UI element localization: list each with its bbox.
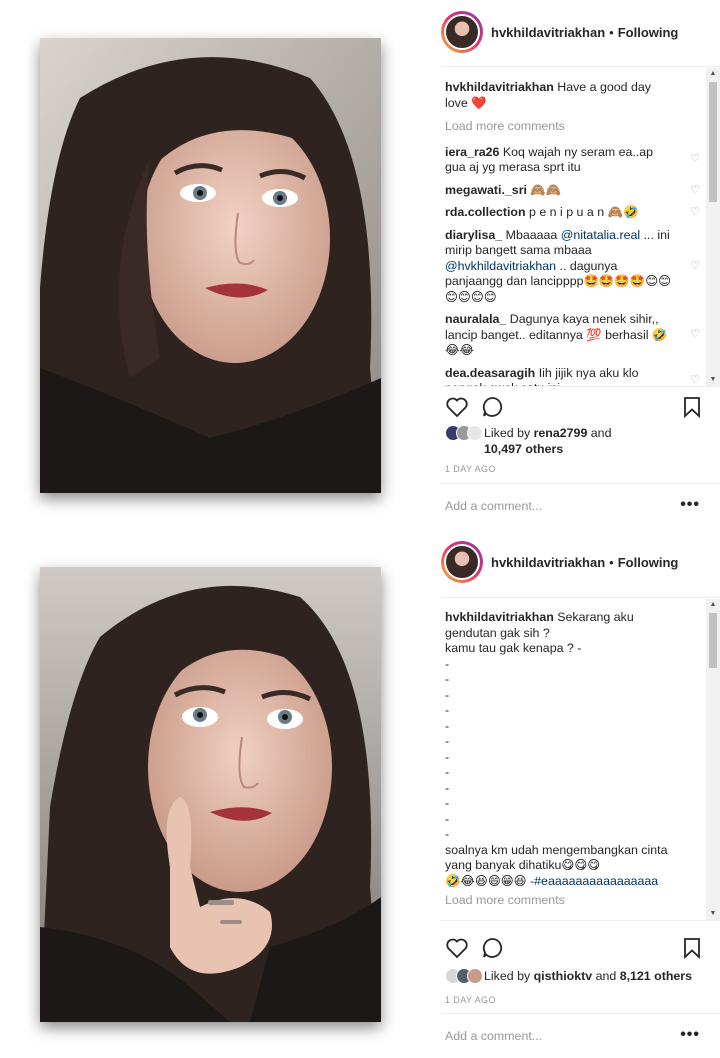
likes-count[interactable]: 8,121 others xyxy=(620,969,692,983)
heart-icon[interactable] xyxy=(445,395,469,419)
comment-username[interactable]: iera_ra26 xyxy=(445,145,499,159)
following-button[interactable]: Following xyxy=(618,25,679,40)
load-more-comments[interactable]: Load more comments xyxy=(445,119,706,135)
action-bar xyxy=(445,936,700,966)
post-2: hvkhildavitriakhan • Following hvkhildav… xyxy=(0,530,720,1058)
comment-text: p e n i p u a n 🙈🤣 xyxy=(529,205,639,219)
liker-avatar xyxy=(467,968,483,984)
comment-username[interactable]: diarylisa_ xyxy=(445,228,502,242)
post-username[interactable]: hvkhildavitriakhan xyxy=(491,555,605,570)
scroll-thumb[interactable] xyxy=(709,613,717,668)
more-options-icon[interactable]: ••• xyxy=(680,496,700,514)
post-header: hvkhildavitriakhan • Following xyxy=(441,541,679,583)
comments-list: hvkhildavitriakhan Have a good day love … xyxy=(445,80,706,386)
more-options-icon[interactable]: ••• xyxy=(680,1026,700,1044)
scroll-up-arrow[interactable]: ▲ xyxy=(706,68,720,80)
small-heart-icon[interactable]: ♡ xyxy=(690,205,700,221)
scroll-down-arrow[interactable]: ▼ xyxy=(706,374,720,386)
comment-item: dea.deasaragih Iih jijik nya aku klo nen… xyxy=(445,366,706,387)
scroll-down-arrow[interactable]: ▼ xyxy=(706,908,720,920)
comment-item: iera_ra26 Koq wajah ny seram ea..ap gua … xyxy=(445,145,706,176)
header-divider xyxy=(441,66,720,67)
small-heart-icon[interactable]: ♡ xyxy=(690,152,700,168)
comments-scrollbar[interactable]: ▲ ▼ xyxy=(706,68,720,386)
caption: hvkhildavitriakhan Sekarang aku gendutan… xyxy=(445,610,706,889)
avatar[interactable] xyxy=(441,541,483,583)
liker-avatars xyxy=(445,968,483,984)
small-heart-icon[interactable]: ♡ xyxy=(690,373,700,387)
post-timestamp[interactable]: 1 DAY AGO xyxy=(445,995,496,1005)
caption: hvkhildavitriakhan Have a good day love … xyxy=(445,80,706,111)
post-username[interactable]: hvkhildavitriakhan xyxy=(491,25,605,40)
comment-username[interactable]: dea.deasaragih xyxy=(445,366,535,380)
post-1: hvkhildavitriakhan • Following hvkhildav… xyxy=(0,0,720,530)
post-photo[interactable] xyxy=(40,567,381,1022)
likes-text: Liked by qisthioktv and 8,121 others xyxy=(484,969,693,983)
comment-item: megawati._sri 🙈🙈 ♡ xyxy=(445,183,706,199)
comment-divider xyxy=(441,483,720,484)
hashtag-link[interactable]: #eaaaaaaaaaaaaaaaa xyxy=(534,874,658,888)
likes-count[interactable]: 10,497 others xyxy=(484,442,563,456)
heart-icon[interactable] xyxy=(445,936,469,960)
post-timestamp[interactable]: 1 DAY AGO xyxy=(445,464,496,474)
comment-item: nauralala_ Dagunya kaya nenek sihir,, la… xyxy=(445,312,706,359)
post-header: hvkhildavitriakhan • Following xyxy=(441,11,679,53)
separator-dot: • xyxy=(609,24,614,40)
bookmark-icon[interactable] xyxy=(680,395,704,419)
header-divider xyxy=(441,597,720,598)
comment-icon[interactable] xyxy=(481,395,505,419)
load-more-comments[interactable]: Load more comments xyxy=(445,893,706,909)
comment-item: rda.collection p e n i p u a n 🙈🤣 ♡ xyxy=(445,205,706,221)
caption-username[interactable]: hvkhildavitriakhan xyxy=(445,80,554,94)
likes-summary: Liked by rena2799 and 10,497 others xyxy=(445,425,611,457)
separator-dot: • xyxy=(609,554,614,570)
avatar[interactable] xyxy=(441,11,483,53)
caption-text: Sekarang aku gendutan gak sih ? kamu tau… xyxy=(445,610,668,888)
liker-username[interactable]: rena2799 xyxy=(534,426,588,440)
comment-username[interactable]: nauralala_ xyxy=(445,312,506,326)
post-side-panel: hvkhildavitriakhan • Following hvkhildav… xyxy=(441,530,720,1058)
liker-username[interactable]: qisthioktv xyxy=(534,969,593,983)
comments-list: hvkhildavitriakhan Sekarang aku gendutan… xyxy=(445,610,706,920)
scroll-thumb[interactable] xyxy=(709,82,717,202)
scroll-up-arrow[interactable]: ▲ xyxy=(706,599,720,611)
comment-item: diarylisa_ Mbaaaaa @nitatalia.real ... i… xyxy=(445,228,706,306)
likes-text: Liked by rena2799 and 10,497 others xyxy=(484,426,612,456)
small-heart-icon[interactable]: ♡ xyxy=(690,327,700,343)
comment-username[interactable]: rda.collection xyxy=(445,205,526,219)
comment-username[interactable]: megawati._sri xyxy=(445,183,527,197)
comments-scrollbar[interactable]: ▲ ▼ xyxy=(706,599,720,920)
post-side-panel: hvkhildavitriakhan • Following hvkhildav… xyxy=(441,0,720,530)
comment-divider xyxy=(441,1013,720,1014)
actions-divider xyxy=(441,920,720,921)
selfie-image xyxy=(40,567,381,1022)
liker-avatar xyxy=(467,425,483,441)
caption-username[interactable]: hvkhildavitriakhan xyxy=(445,610,554,624)
add-comment-input[interactable]: Add a comment... xyxy=(445,499,700,513)
following-button[interactable]: Following xyxy=(618,555,679,570)
add-comment-input[interactable]: Add a comment... xyxy=(445,1029,700,1043)
comment-text: 🙈🙈 xyxy=(530,182,562,197)
mention-link[interactable]: @hvkhildavitriakhan xyxy=(445,259,556,273)
selfie-image xyxy=(40,38,381,493)
post-photo[interactable] xyxy=(40,38,381,493)
comment-icon[interactable] xyxy=(481,936,505,960)
mention-link[interactable]: @nitatalia.real xyxy=(561,228,640,242)
likes-summary: Liked by qisthioktv and 8,121 others xyxy=(445,968,692,984)
small-heart-icon[interactable]: ♡ xyxy=(690,183,700,199)
actions-divider xyxy=(441,386,720,387)
comment-text: Mbaaaaa xyxy=(505,227,561,242)
bookmark-icon[interactable] xyxy=(680,936,704,960)
small-heart-icon[interactable]: ♡ xyxy=(690,259,700,275)
liker-avatars xyxy=(445,425,483,441)
action-bar xyxy=(445,395,700,425)
